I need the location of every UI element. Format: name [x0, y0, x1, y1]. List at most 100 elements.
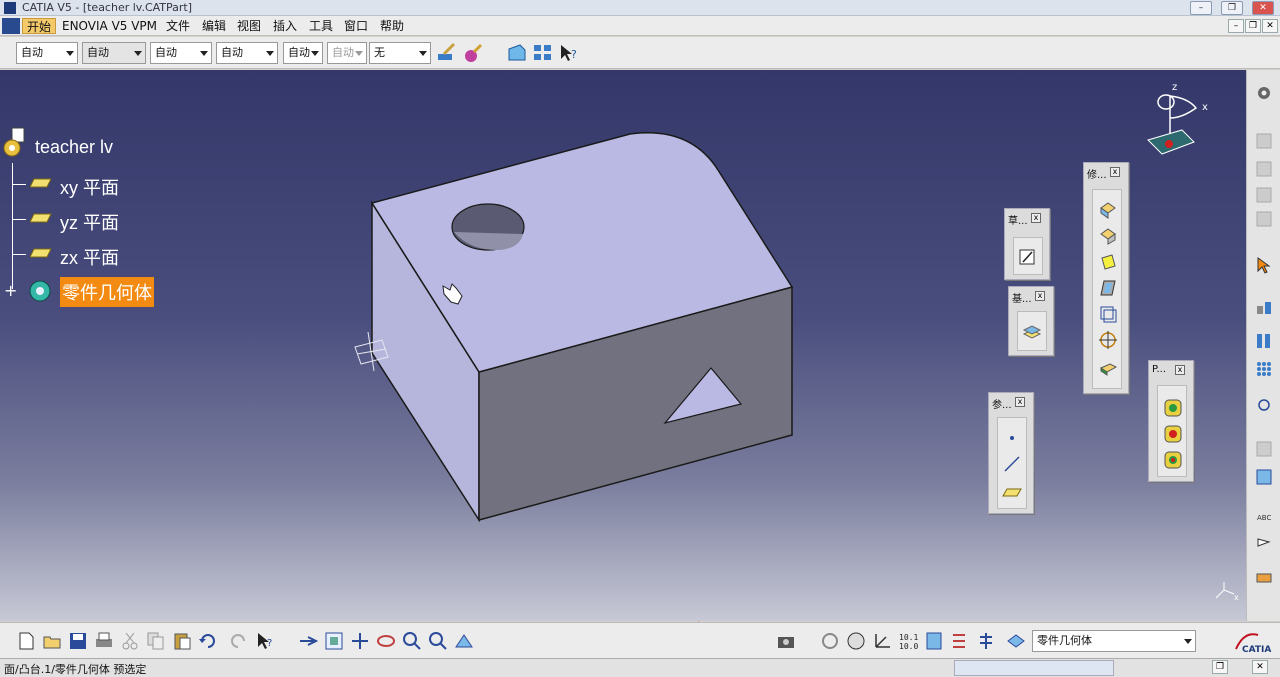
disabled-tool-icon[interactable] — [1255, 440, 1273, 458]
doc-minimize-button[interactable]: – — [1228, 19, 1244, 33]
table-icon[interactable] — [924, 631, 944, 651]
menu-edit[interactable]: 编辑 — [198, 18, 230, 34]
line-type-combo[interactable]: 自动 — [216, 42, 278, 64]
normal-view-icon[interactable] — [454, 631, 474, 651]
grab-hand-icon[interactable] — [846, 631, 866, 651]
tree-item-body-selected[interactable]: 零件几何体 — [60, 277, 154, 307]
menu-file[interactable]: 文件 — [162, 18, 194, 34]
symmetry-icon[interactable] — [1163, 450, 1183, 470]
translation-icon[interactable] — [1163, 398, 1183, 418]
menu-tools[interactable]: 工具 — [305, 18, 337, 34]
part-geometry[interactable] — [0, 70, 1246, 621]
ime-toolbar[interactable] — [954, 660, 1114, 676]
paste-icon[interactable] — [172, 631, 192, 651]
line-color-combo[interactable]: 自动 — [150, 42, 212, 64]
shell-icon[interactable] — [1098, 278, 1118, 298]
pan-icon[interactable] — [350, 631, 370, 651]
disabled-tool-icon[interactable] — [1255, 132, 1273, 150]
doc-restore-button[interactable]: ❐ — [1245, 19, 1261, 33]
tree-expand-icon[interactable] — [532, 42, 554, 64]
thickness-icon[interactable] — [1098, 304, 1118, 324]
hierarchy-icon[interactable] — [976, 631, 996, 651]
knowledge-icon[interactable] — [950, 631, 970, 651]
3d-compass-icon[interactable] — [506, 42, 528, 64]
menu-window[interactable]: 窗口 — [340, 18, 372, 34]
annotation-icon[interactable] — [1255, 468, 1273, 486]
menu-help[interactable]: 帮助 — [376, 18, 408, 34]
tree-item-zx-plane[interactable]: zx 平面 — [60, 244, 119, 270]
gear-icon[interactable] — [1255, 84, 1273, 102]
apply-material-icon[interactable] — [462, 42, 484, 64]
fillet-icon[interactable] — [1098, 200, 1118, 220]
transparency-combo[interactable]: 自动 — [82, 42, 146, 64]
define-in-work-object-icon[interactable] — [1006, 631, 1026, 651]
copy-icon[interactable] — [146, 631, 166, 651]
new-file-icon[interactable] — [16, 631, 36, 651]
toolbar-close-button[interactable]: x — [1110, 167, 1120, 177]
menu-start[interactable]: 开始 — [22, 18, 57, 34]
doc-close-button[interactable]: ✕ — [1262, 19, 1278, 33]
sketch-icon[interactable] — [1018, 246, 1038, 266]
paintbrush-icon[interactable] — [436, 42, 458, 64]
tree-root-label[interactable]: teacher lv — [35, 137, 113, 158]
select-arrow-icon[interactable] — [1255, 256, 1273, 274]
line-icon[interactable] — [1002, 454, 1022, 474]
part-root-icon[interactable] — [2, 126, 26, 166]
menu-view[interactable]: 视图 — [233, 18, 265, 34]
axis-icon[interactable] — [872, 631, 892, 651]
draft-icon[interactable] — [1098, 252, 1118, 272]
update-icon[interactable] — [820, 631, 840, 651]
pad-icon[interactable] — [1022, 322, 1042, 342]
thread-icon[interactable] — [1098, 330, 1118, 350]
rotation-icon[interactable] — [1163, 424, 1183, 444]
maximize-button[interactable]: ❐ — [1221, 1, 1243, 15]
cut-icon[interactable] — [120, 631, 140, 651]
whats-this-icon[interactable]: ? — [558, 42, 580, 64]
apply-material-icon[interactable] — [1255, 566, 1273, 584]
text-annotation-icon[interactable]: ABC — [1255, 510, 1273, 528]
rect-pattern-icon[interactable] — [1255, 360, 1273, 378]
disabled-tool-icon[interactable] — [1255, 160, 1273, 178]
menu-enovia[interactable]: ENOVIA V5 VPM — [58, 18, 161, 34]
layer-combo[interactable]: 无 — [369, 42, 431, 64]
undo-icon[interactable] — [198, 631, 218, 651]
tree-item-yz-plane[interactable]: yz 平面 — [60, 209, 119, 235]
fly-mode-icon[interactable] — [298, 631, 318, 651]
toolbar-close-button[interactable]: x — [1035, 291, 1045, 301]
3d-compass[interactable]: z x — [1142, 78, 1214, 162]
rotate-icon[interactable] — [376, 631, 396, 651]
formula-icon[interactable]: 10.110.0 — [898, 631, 918, 651]
capture-icon[interactable] — [776, 631, 796, 651]
point-symbol-combo[interactable]: 自动 — [327, 42, 367, 64]
constraint-icon[interactable] — [1255, 298, 1273, 316]
line-weight-combo[interactable]: 自动 — [283, 42, 323, 64]
zoom-in-icon[interactable] — [402, 631, 422, 651]
toolbar-close-button[interactable]: x — [1031, 213, 1041, 223]
pattern-icon[interactable] — [1255, 332, 1273, 350]
fit-all-icon[interactable] — [324, 631, 344, 651]
open-file-icon[interactable] — [42, 631, 62, 651]
app-menu-icon[interactable] — [2, 18, 20, 34]
menu-insert[interactable]: 插入 — [269, 18, 301, 34]
current-body-combo[interactable]: 零件几何体 — [1032, 630, 1196, 652]
toolbar-close-button[interactable]: x — [1175, 365, 1185, 375]
print-icon[interactable] — [94, 631, 114, 651]
chamfer-icon[interactable] — [1098, 226, 1118, 246]
body-gear-icon[interactable]: + — [4, 278, 56, 304]
save-icon[interactable] — [68, 631, 88, 651]
minimize-button[interactable]: – — [1190, 1, 1212, 15]
remove-face-icon[interactable] — [1098, 358, 1118, 378]
3d-viewport[interactable]: teacher lv xy 平面 yz 平面 zx 平面 + 零件几何体 z x… — [0, 70, 1246, 621]
flag-note-icon[interactable] — [1255, 536, 1273, 554]
measure-icon[interactable] — [1255, 396, 1273, 414]
point-icon[interactable] — [1002, 428, 1022, 448]
disabled-tool-icon[interactable] — [1255, 210, 1273, 228]
zoom-out-icon[interactable] — [428, 631, 448, 651]
status-close-button[interactable]: ✕ — [1252, 660, 1268, 674]
close-button[interactable]: ✕ — [1252, 1, 1274, 15]
status-restore-button[interactable]: ❐ — [1212, 660, 1228, 674]
toolbar-close-button[interactable]: x — [1015, 397, 1025, 407]
whats-this-icon[interactable]: ? — [256, 631, 276, 651]
disabled-tool-icon[interactable] — [1255, 186, 1273, 204]
tree-item-xy-plane[interactable]: xy 平面 — [60, 174, 119, 200]
